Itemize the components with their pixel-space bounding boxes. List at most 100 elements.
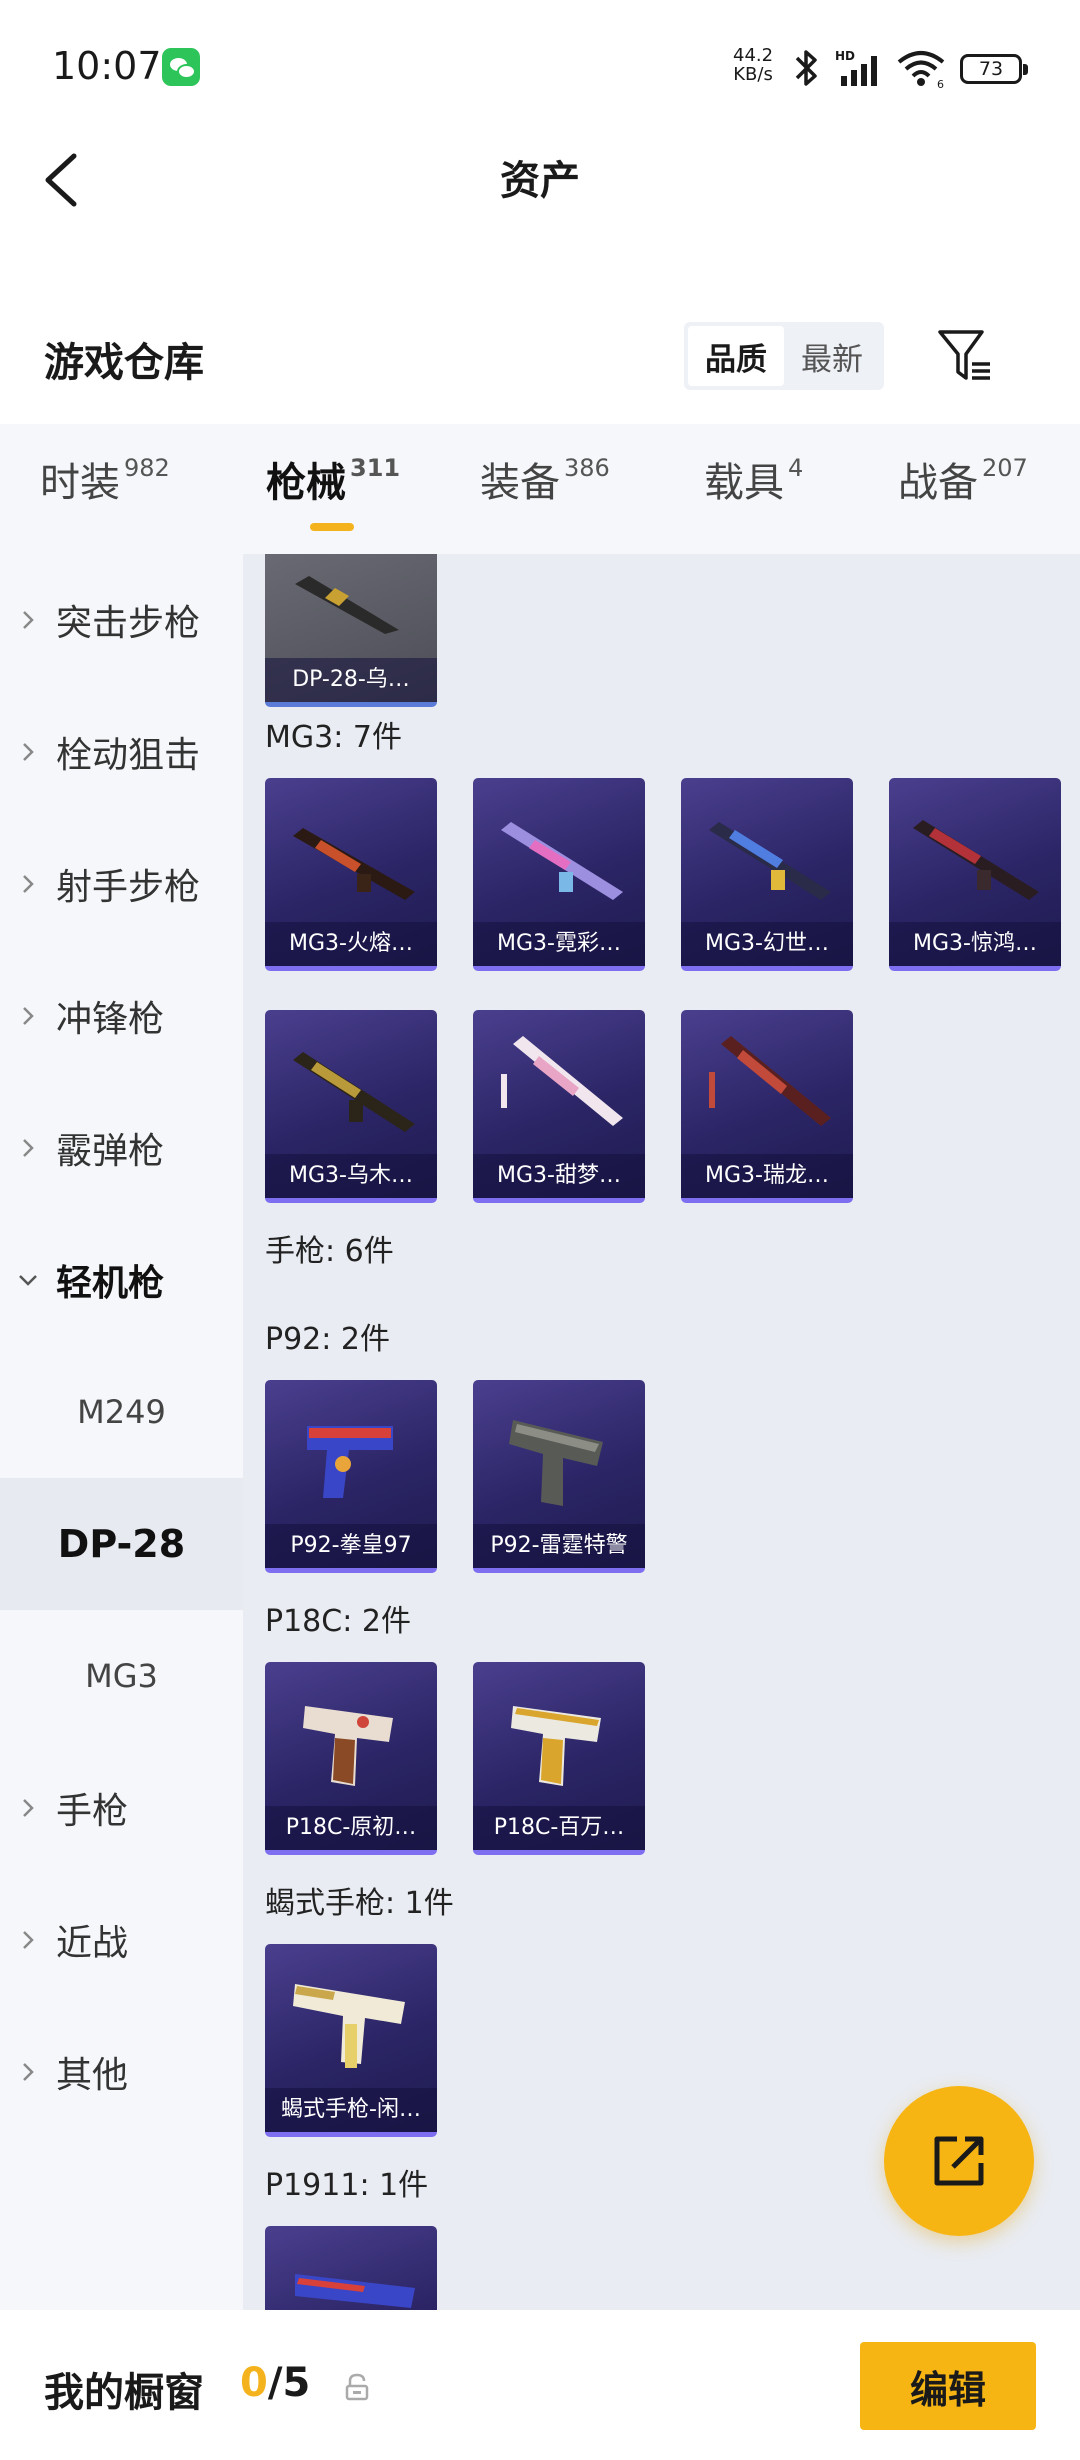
weapon-card[interactable]: P92-拳皇97 [265, 1380, 437, 1573]
net-speed: 44.2 KB/s [733, 46, 773, 84]
chevron-right-icon [0, 873, 56, 895]
tab-vehicles[interactable]: 载具 4 [704, 450, 803, 508]
sort-quality-option[interactable]: 品质 [688, 326, 784, 386]
sidebar-item-label: 射手步枪 [56, 867, 201, 908]
sidebar-subitem-m249[interactable]: M249 [0, 1346, 243, 1478]
sidebar-item-assault-rifle[interactable]: 突击步枪 [0, 554, 243, 686]
tab-label: 装备 [480, 460, 560, 506]
filter-icon[interactable] [934, 326, 994, 386]
tab-count: 4 [788, 454, 804, 482]
pistol-icon [511, 1706, 601, 1786]
weapon-card[interactable]: DP-28-乌… [265, 554, 437, 707]
page-title: 资产 [500, 158, 580, 204]
mg3-rifle-icon [913, 820, 1039, 900]
weapon-card[interactable] [265, 2226, 437, 2310]
sidebar-item-bolt-sniper[interactable]: 栓动狙击 [0, 686, 243, 818]
card-label: P92-雷霆特警 [473, 1524, 645, 1568]
tab-count: 386 [564, 454, 610, 482]
weapon-card[interactable]: 蝎式手枪-闲… [265, 1944, 437, 2137]
showcase-count: 0/5 [240, 2360, 310, 2406]
card-label: MG3-乌木… [265, 1154, 437, 1198]
weapon-card[interactable]: MG3-瑞龙… [681, 1010, 853, 1203]
sort-toggle: 品质 最新 [684, 322, 884, 390]
tab-supplies[interactable]: 战备 207 [898, 450, 1028, 508]
status-bar: 10:07 44.2 KB/s HD 6 73 [0, 0, 1080, 135]
group-label: P18C: 2件 [265, 1604, 411, 1639]
showcase-total: /5 [267, 2360, 311, 2406]
sidebar-item-label: 轻机枪 [56, 1263, 165, 1304]
sidebar-item-smg[interactable]: 冲锋枪 [0, 950, 243, 1082]
card-label: MG3-瑞龙… [681, 1154, 853, 1198]
share-button[interactable] [884, 2086, 1034, 2236]
active-tab-indicator [310, 523, 354, 531]
weapon-card[interactable]: MG3-火熔… [265, 778, 437, 971]
weapon-card[interactable]: MG3-甜梦… [473, 1010, 645, 1203]
sidebar-item-label: 近战 [56, 1923, 129, 1964]
mg3-rifle-icon [293, 1052, 415, 1132]
card-label: MG3-惊鸿… [889, 922, 1061, 966]
group-label: P92: 2件 [265, 1322, 390, 1357]
chevron-right-icon [0, 1137, 56, 1159]
tab-count: 207 [982, 454, 1028, 482]
sidebar-item-label: 霰弹枪 [56, 1131, 165, 1172]
tab-count: 982 [124, 454, 170, 482]
weapon-card[interactable]: MG3-霓彩… [473, 778, 645, 971]
sidebar-item-label: 冲锋枪 [56, 999, 165, 1040]
group-label: P1911: 1件 [265, 2168, 429, 2203]
chevron-right-icon [0, 1797, 56, 1819]
group-label: 蝎式手枪: 1件 [265, 1886, 454, 1921]
chevron-right-icon [0, 2061, 56, 2083]
card-label: 蝎式手枪-闲… [265, 2088, 437, 2132]
tab-fashion[interactable]: 时装 982 [40, 450, 170, 508]
weapon-card[interactable]: MG3-幻世… [681, 778, 853, 971]
group-label: MG3: 7件 [265, 720, 402, 755]
sidebar-item-other[interactable]: 其他 [0, 2006, 243, 2138]
sidebar-item-label: 手枪 [56, 1791, 129, 1832]
lock-icon [345, 2373, 369, 2401]
pistol-icon [295, 2274, 415, 2308]
tab-label: 载具 [704, 460, 784, 506]
tab-equipment[interactable]: 装备 386 [480, 450, 610, 508]
sidebar-item-shotgun[interactable]: 霰弹枪 [0, 1082, 243, 1214]
bottom-bar: 我的橱窗 0/5 编辑 [0, 2310, 1080, 2460]
chevron-right-icon [0, 609, 56, 631]
weapon-category-sidebar: 突击步枪 栓动狙击 射手步枪 冲锋枪 霰弹枪 轻机枪 M249 DP-28 MG… [0, 554, 243, 2310]
card-label: MG3-甜梦… [473, 1154, 645, 1198]
card-label: MG3-火熔… [265, 922, 437, 966]
chevron-right-icon [0, 1005, 56, 1027]
bluetooth-icon [795, 50, 817, 86]
tab-firearms[interactable]: 枪械 311 [266, 450, 400, 508]
svg-text:HD: HD [835, 49, 855, 63]
svg-text:6: 6 [937, 78, 944, 90]
mg3-rifle-icon [709, 822, 831, 900]
weapon-card[interactable]: P92-雷霆特警 [473, 1380, 645, 1573]
item-grid: DP-28-乌… MG3: 7件 MG3-火熔… MG3-霓彩… MG3-幻世…… [243, 554, 1080, 2310]
card-label: MG3-幻世… [681, 922, 853, 966]
mg3-rifle-icon [501, 1036, 623, 1126]
card-label: P18C-原初… [265, 1806, 437, 1850]
sidebar-subitem-dp28[interactable]: DP-28 [0, 1478, 243, 1610]
net-speed-value: 44.2 [733, 45, 774, 66]
sort-newest-option[interactable]: 最新 [784, 326, 880, 386]
card-label: MG3-霓彩… [473, 922, 645, 966]
net-speed-unit: KB/s [733, 64, 773, 85]
chevron-right-icon [0, 741, 56, 763]
share-export-icon [934, 2136, 984, 2186]
wifi-icon: 6 [897, 51, 945, 90]
showcase-current: 0 [240, 2360, 268, 2406]
pistol-icon [509, 1420, 603, 1506]
weapon-card[interactable]: MG3-惊鸿… [889, 778, 1061, 971]
sidebar-subitem-mg3[interactable]: MG3 [0, 1610, 243, 1742]
sidebar-item-label: 突击步枪 [56, 603, 201, 644]
weapon-card[interactable]: MG3-乌木… [265, 1010, 437, 1203]
wechat-icon [162, 48, 200, 86]
sidebar-item-marksman-rifle[interactable]: 射手步枪 [0, 818, 243, 950]
edit-button[interactable]: 编辑 [860, 2342, 1036, 2430]
weapon-card[interactable]: P18C-百万… [473, 1662, 645, 1855]
sidebar-item-pistol[interactable]: 手枪 [0, 1742, 243, 1874]
sidebar-item-melee[interactable]: 近战 [0, 1874, 243, 2006]
weapon-card[interactable]: P18C-原初… [265, 1662, 437, 1855]
sidebar-item-lmg[interactable]: 轻机枪 [0, 1214, 243, 1346]
tab-label: 时装 [40, 460, 120, 506]
chevron-down-icon [0, 1273, 56, 1287]
